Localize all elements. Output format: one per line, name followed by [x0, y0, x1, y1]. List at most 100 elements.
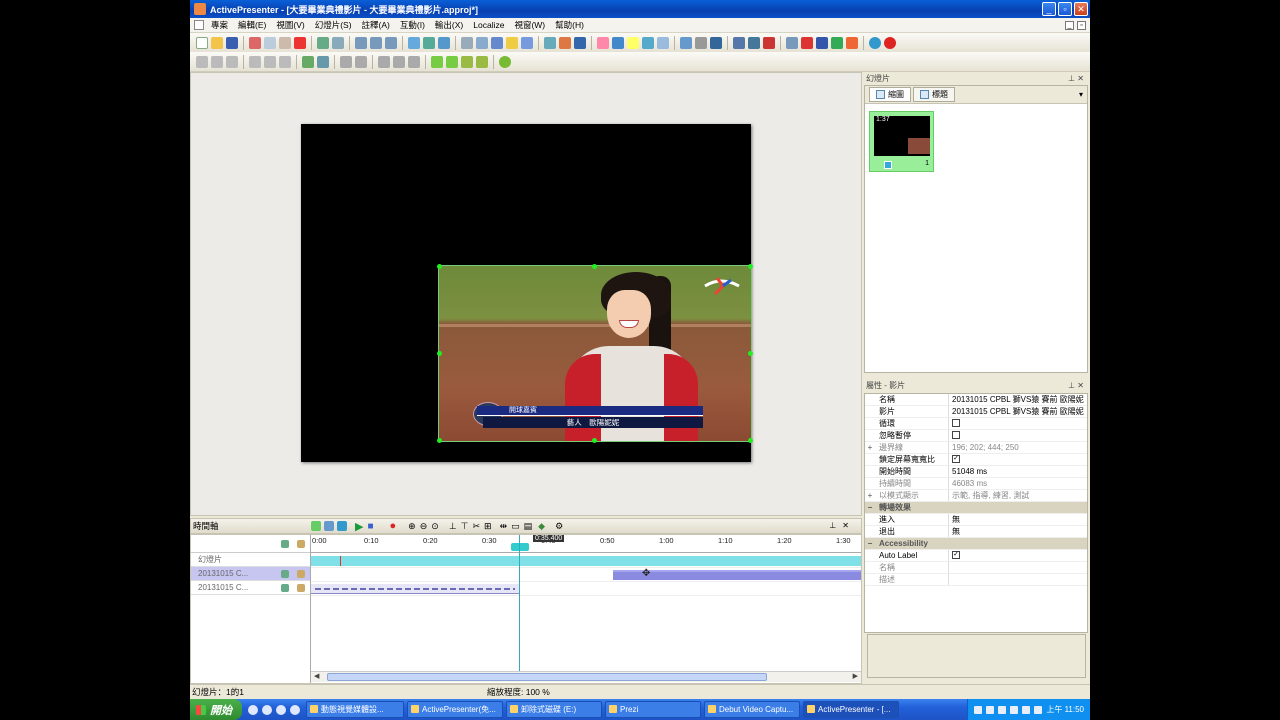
help-icon[interactable]	[521, 36, 533, 49]
prop-row[interactable]: 描述	[865, 574, 1087, 586]
text-icon[interactable]	[612, 36, 624, 49]
playhead-marker-icon[interactable]	[511, 543, 529, 551]
menu-slide[interactable]: 幻燈片(S)	[310, 19, 357, 31]
task-button[interactable]: 卸除式磁碟 (E:)	[506, 701, 602, 718]
crop-icon[interactable]	[476, 36, 488, 49]
video-icon[interactable]	[710, 36, 722, 49]
excel-icon[interactable]	[831, 36, 843, 49]
open-icon[interactable]	[211, 36, 223, 49]
prop-value[interactable]: 20131015 CPBL 獅VS猿 賽前 歐陽妮	[949, 394, 1087, 405]
close-button[interactable]: ✕	[1074, 2, 1088, 16]
doc-restore-button[interactable]: ▫	[1077, 20, 1086, 30]
split-icon[interactable]: ⊥	[449, 521, 457, 532]
highlight-icon[interactable]	[627, 36, 639, 49]
exit-icon[interactable]	[763, 36, 775, 49]
zoom-in-timeline-icon[interactable]: ⊕	[408, 521, 416, 532]
menu-edit[interactable]: 編輯(E)	[233, 19, 271, 31]
closed-caption-icon[interactable]	[574, 36, 586, 49]
tray-icon[interactable]	[974, 705, 983, 714]
bring-forward-icon[interactable]	[302, 55, 314, 68]
prop-row[interactable]: 名稱 20131015 CPBL 獅VS猿 賽前 歐陽妮	[865, 394, 1087, 406]
ignore-pause-checkbox[interactable]	[952, 431, 960, 440]
doc-minimize-button[interactable]: _	[1065, 20, 1074, 30]
prop-value[interactable]	[949, 562, 1087, 573]
timeline[interactable]: 幻燈片 20131015 C... 20131015 C... 0:00 0:1…	[190, 534, 862, 684]
prop-row[interactable]: 退出無	[865, 526, 1087, 538]
copy-icon[interactable]	[264, 36, 276, 49]
minimize-button[interactable]: _	[1042, 2, 1056, 16]
visibility-icon[interactable]	[281, 540, 289, 548]
tray-icon[interactable]	[1010, 705, 1019, 714]
menu-project[interactable]: 專案	[206, 19, 233, 31]
tray-icon[interactable]	[986, 705, 995, 714]
prop-row[interactable]: 進入無	[865, 514, 1087, 526]
prop-value[interactable]: 20131015 CPBL 獅VS猿 賽前 歐陽妮	[949, 406, 1087, 417]
record-dot-icon[interactable]: ●	[390, 520, 397, 532]
panel-pin-close-icon[interactable]: ⊥ ✕	[1068, 380, 1084, 392]
crop-range-icon[interactable]: ⊞	[484, 521, 492, 532]
zoom-fit-icon[interactable]	[370, 36, 382, 49]
panel-pin-close-icon[interactable]: ⊥✕	[829, 521, 855, 530]
tray-icon[interactable]	[1034, 705, 1043, 714]
prop-row[interactable]: + 以模式顯示 示範, 指導, 練習, 測試	[865, 490, 1087, 502]
distribute-h-icon[interactable]	[378, 55, 390, 68]
same-width-icon[interactable]	[340, 55, 352, 68]
refresh-icon[interactable]	[544, 36, 556, 49]
timeline-scrollbar[interactable]: ◀ ▶	[311, 671, 861, 682]
order-forward-icon[interactable]	[461, 55, 473, 68]
video-object[interactable]: 開球嘉賓 藝人 歐陽妮妮	[438, 265, 752, 442]
prop-row[interactable]: Auto Label ✓	[865, 550, 1087, 562]
frame-icon[interactable]	[642, 36, 654, 49]
prop-row[interactable]: 循環	[865, 418, 1087, 430]
audio-icon[interactable]: ◆	[538, 521, 545, 532]
visibility-icon[interactable]	[281, 570, 289, 578]
zoom-out-timeline-icon[interactable]: ⊖	[420, 521, 428, 532]
prop-row[interactable]: 影片 20131015 CPBL 獅VS猿 賽前 歐陽妮	[865, 406, 1087, 418]
stop-icon[interactable]: ■	[367, 521, 373, 532]
scroll-right-icon[interactable]: ▶	[853, 672, 858, 680]
menu-annotation[interactable]: 註釋(A)	[357, 19, 395, 31]
lock-aspect-checkbox[interactable]: ✓	[952, 455, 960, 464]
task-button[interactable]: Debut Video Captu...	[704, 701, 800, 718]
expand-icon[interactable]: +	[865, 490, 875, 501]
new-icon[interactable]	[196, 36, 208, 49]
chrome-icon[interactable]	[248, 704, 258, 715]
prop-value[interactable]: 無	[949, 526, 1087, 537]
about-icon[interactable]	[869, 36, 881, 49]
paste-icon[interactable]	[279, 36, 291, 49]
loop-icon[interactable]	[324, 521, 334, 531]
change-speed-icon[interactable]: ▤	[524, 521, 533, 532]
task-button[interactable]: 動態視覺媒體設...	[306, 701, 404, 718]
track-video[interactable]: 20131015 C...	[191, 567, 310, 581]
lock-icon[interactable]	[297, 584, 305, 592]
freeze-frame-icon[interactable]: ▭	[511, 521, 520, 532]
firefox-icon[interactable]	[290, 704, 300, 715]
cut-range-icon[interactable]: ✂	[473, 521, 481, 532]
resize-handle[interactable]	[748, 264, 753, 269]
media-icon[interactable]	[262, 704, 272, 715]
collapse-icon[interactable]: −	[865, 502, 875, 513]
cut-icon[interactable]	[249, 36, 261, 49]
settings-icon[interactable]: ⚙	[555, 521, 563, 532]
prop-row[interactable]: 名稱	[865, 562, 1087, 574]
shape-icon[interactable]	[597, 36, 609, 49]
task-button[interactable]: Prezi	[605, 701, 701, 718]
play-icon[interactable]: ▶	[355, 520, 363, 533]
export-video-icon[interactable]	[786, 36, 798, 49]
resize-handle[interactable]	[592, 438, 597, 443]
send-backward-icon[interactable]	[317, 55, 329, 68]
cursor-icon[interactable]	[461, 36, 473, 49]
auto-label-checkbox[interactable]: ✓	[952, 551, 960, 560]
prop-row[interactable]: 持續時間 46083 ms	[865, 478, 1087, 490]
word-icon[interactable]	[816, 36, 828, 49]
slide-marker[interactable]	[340, 556, 341, 566]
image-icon[interactable]	[491, 36, 503, 49]
maximize-button[interactable]: ▫	[1058, 2, 1072, 16]
trim-icon[interactable]: ⊤	[461, 521, 469, 532]
sync-icon[interactable]	[337, 521, 347, 531]
prop-value[interactable]: 196; 202; 444; 250	[949, 442, 1087, 453]
category-effects[interactable]: − 轉場效果	[865, 502, 1087, 514]
menu-interaction[interactable]: 互動(I)	[395, 19, 430, 31]
visibility-icon[interactable]	[281, 584, 289, 592]
menu-export[interactable]: 輸出(X)	[430, 19, 468, 31]
